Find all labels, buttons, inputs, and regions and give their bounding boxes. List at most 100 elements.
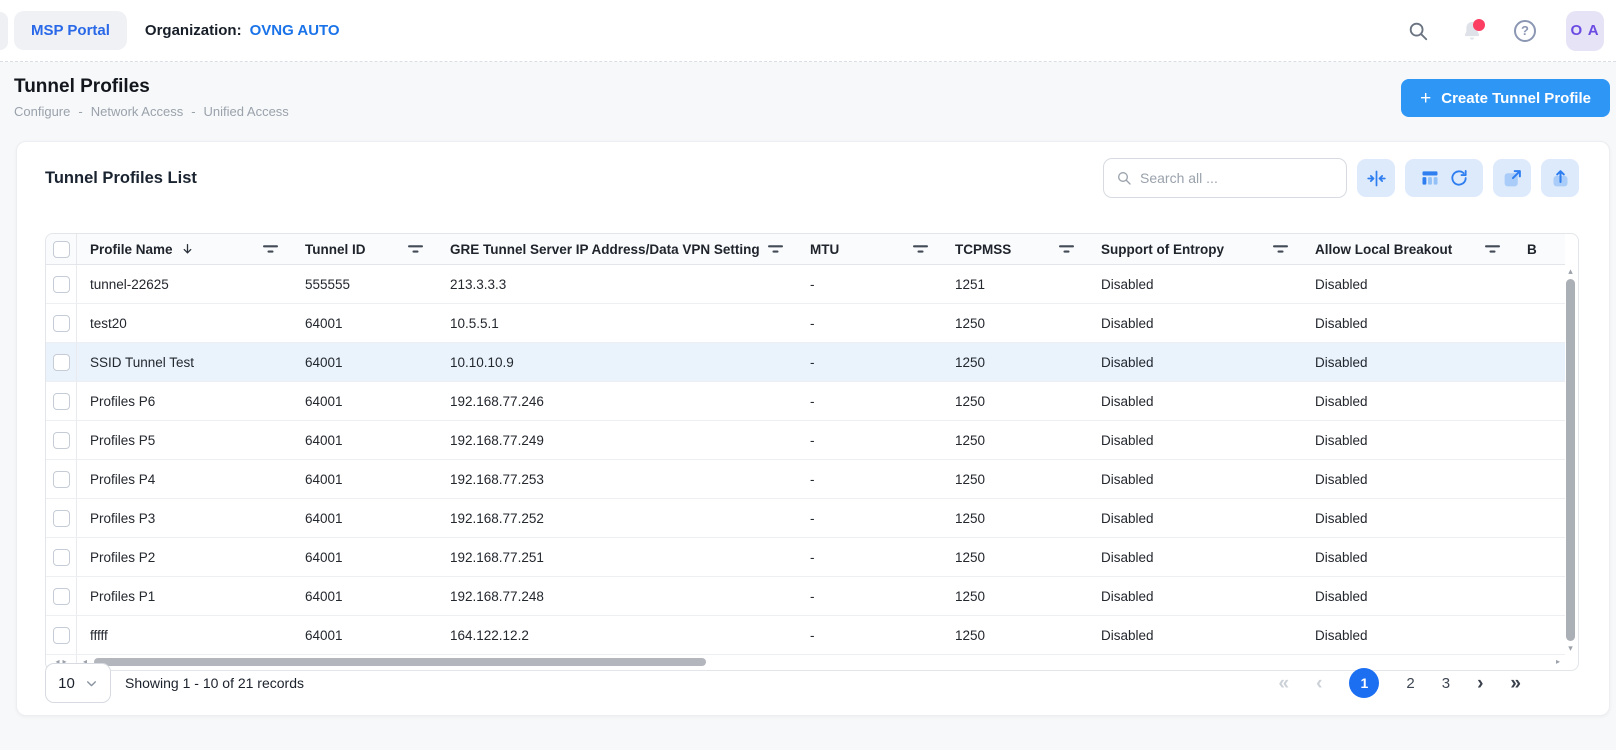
cell-tcpmss: 1250 [942, 628, 1088, 643]
cell-breakout: Disabled [1302, 589, 1514, 604]
cell-tunnel-id: 64001 [292, 472, 437, 487]
scroll-up-arrow-icon[interactable]: ▴ [1568, 267, 1573, 276]
table-row[interactable]: Profiles P464001192.168.77.253-1250Disab… [46, 460, 1565, 499]
row-checkbox[interactable] [53, 549, 70, 566]
column-header-gre-tunnel-server-ip-address-data-vpn-setting[interactable]: GRE Tunnel Server IP Address/Data VPN Se… [437, 234, 797, 264]
row-checkbox[interactable] [53, 354, 70, 371]
create-tunnel-profile-button[interactable]: + Create Tunnel Profile [1401, 79, 1610, 117]
topbar-actions: ? O A [1406, 11, 1604, 51]
cell-profile-name: Profiles P5 [77, 433, 292, 448]
avatar[interactable]: O A [1566, 11, 1604, 51]
row-checkbox[interactable] [53, 588, 70, 605]
column-label: MTU [810, 242, 839, 257]
msp-portal-badge[interactable]: MSP Portal [14, 11, 127, 50]
search-icon[interactable] [1406, 19, 1430, 43]
compress-columns-icon [1366, 168, 1387, 189]
pagination-page[interactable]: 2 [1406, 675, 1414, 692]
pagination-prev-button[interactable]: ‹ [1316, 674, 1322, 693]
notification-badge [1473, 19, 1485, 31]
filter-icon[interactable] [1273, 244, 1288, 255]
pagination-page[interactable]: 3 [1442, 675, 1450, 692]
cell-entropy: Disabled [1088, 355, 1302, 370]
open-in-new-button[interactable] [1493, 159, 1531, 197]
filter-icon[interactable] [1485, 244, 1500, 255]
cell-tcpmss: 1250 [942, 472, 1088, 487]
cell-gre-ip: 192.168.77.252 [437, 511, 797, 526]
search-all-box [1103, 158, 1347, 198]
cell-tunnel-id: 64001 [292, 511, 437, 526]
column-chooser-icon[interactable] [1420, 168, 1440, 188]
help-icon[interactable]: ? [1514, 20, 1536, 42]
cell-breakout: Disabled [1302, 511, 1514, 526]
breadcrumb-item[interactable]: Configure [14, 104, 70, 119]
cell-gre-ip: 164.122.12.2 [437, 628, 797, 643]
page-size-select[interactable]: 10 [45, 663, 111, 703]
cell-entropy: Disabled [1088, 472, 1302, 487]
tunnel-profiles-table: Profile Name Tunnel IDGRE Tunnel Server I… [45, 233, 1579, 671]
refresh-icon[interactable] [1449, 168, 1469, 188]
column-header-mtu[interactable]: MTU [797, 234, 942, 264]
table-row[interactable]: Profiles P264001192.168.77.251-1250Disab… [46, 538, 1565, 577]
cell-breakout: Disabled [1302, 394, 1514, 409]
export-button[interactable] [1541, 159, 1579, 197]
table-row[interactable]: test206400110.5.5.1-1250DisabledDisabled [46, 304, 1565, 343]
row-checkbox[interactable] [53, 510, 70, 527]
pagination-next-button[interactable]: › [1477, 674, 1483, 693]
row-checkbox-cell [46, 577, 77, 615]
row-checkbox[interactable] [53, 276, 70, 293]
table-row[interactable]: Profiles P164001192.168.77.248-1250Disab… [46, 577, 1565, 616]
pagination-page-current[interactable]: 1 [1349, 668, 1379, 698]
notifications-bell-icon[interactable] [1460, 19, 1484, 43]
table-row[interactable]: Profiles P564001192.168.77.249-1250Disab… [46, 421, 1565, 460]
search-all-input[interactable] [1140, 170, 1334, 186]
cell-profile-name: SSID Tunnel Test [77, 355, 292, 370]
table-row[interactable]: fffff64001164.122.12.2-1250DisabledDisab… [46, 616, 1565, 655]
vertical-scrollbar[interactable]: ▴ ▾ [1564, 267, 1577, 653]
cell-mtu: - [797, 589, 942, 604]
chevron-down-icon [85, 677, 98, 690]
vertical-scroll-thumb[interactable] [1566, 279, 1575, 641]
table-row[interactable]: Profiles P364001192.168.77.252-1250Disab… [46, 499, 1565, 538]
cell-mtu: - [797, 433, 942, 448]
select-all-checkbox[interactable] [53, 241, 70, 258]
row-checkbox[interactable] [53, 393, 70, 410]
column-label: Profile Name [90, 242, 173, 257]
filter-icon[interactable] [408, 244, 423, 255]
cell-mtu: - [797, 550, 942, 565]
table-tools-group [1405, 159, 1483, 197]
column-label: TCPMSS [955, 242, 1011, 257]
column-label: Allow Local Breakout [1315, 242, 1452, 257]
column-header-tunnel-id[interactable]: Tunnel ID [292, 234, 437, 264]
row-checkbox[interactable] [53, 315, 70, 332]
breadcrumb-item[interactable]: Network Access [91, 104, 183, 119]
filter-icon[interactable] [263, 244, 278, 255]
table-row[interactable]: Profiles P664001192.168.77.246-1250Disab… [46, 382, 1565, 421]
column-header-tcpmss[interactable]: TCPMSS [942, 234, 1088, 264]
organization-value-link[interactable]: OVNG AUTO [250, 22, 340, 39]
pagination-last-button[interactable]: » [1510, 674, 1521, 693]
compress-columns-button[interactable] [1357, 159, 1395, 197]
top-bar: MSP Portal Organization: OVNG AUTO ? O A [0, 0, 1616, 62]
column-header-profile-name[interactable]: Profile Name [77, 234, 292, 264]
column-header-b[interactable]: B [1514, 234, 1565, 264]
table-row[interactable]: SSID Tunnel Test6400110.10.10.9-1250Disa… [46, 343, 1565, 382]
cell-mtu: - [797, 394, 942, 409]
column-label: B [1527, 242, 1537, 257]
cell-gre-ip: 10.5.5.1 [437, 316, 797, 331]
column-header-support-of-entropy[interactable]: Support of Entropy [1088, 234, 1302, 264]
filter-icon[interactable] [768, 244, 783, 255]
table-row[interactable]: tunnel-22625555555213.3.3.3-1251Disabled… [46, 265, 1565, 304]
filter-icon[interactable] [913, 244, 928, 255]
row-checkbox[interactable] [53, 627, 70, 644]
column-header-allow-local-breakout[interactable]: Allow Local Breakout [1302, 234, 1514, 264]
row-checkbox[interactable] [53, 432, 70, 449]
breadcrumb-item[interactable]: Unified Access [204, 104, 289, 119]
page-header: Tunnel Profiles Configure-Network Access… [0, 62, 1616, 141]
row-checkbox[interactable] [53, 471, 70, 488]
row-checkbox-cell [46, 343, 77, 381]
scroll-down-arrow-icon[interactable]: ▾ [1568, 644, 1573, 653]
sort-desc-icon[interactable] [181, 242, 194, 256]
nav-drawer-edge [0, 12, 8, 50]
filter-icon[interactable] [1059, 244, 1074, 255]
pagination-first-button[interactable]: « [1279, 674, 1290, 693]
